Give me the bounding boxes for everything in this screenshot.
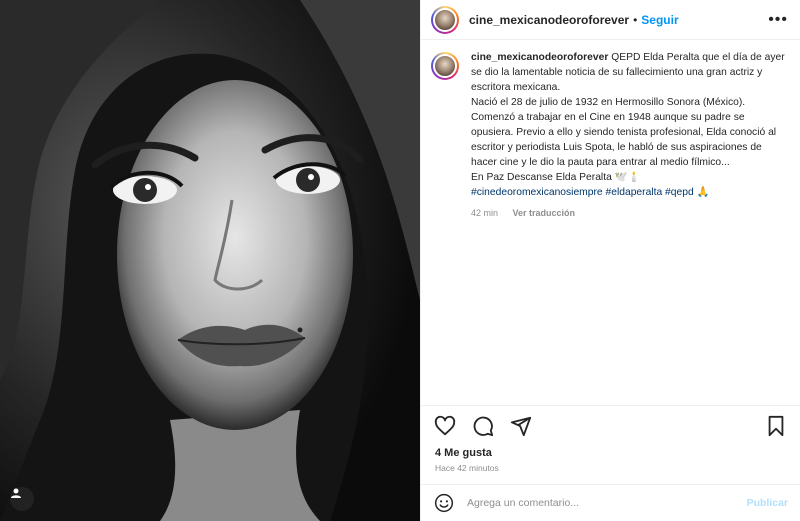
caption-age: 42 min	[471, 208, 499, 218]
caption-career: Comenzó a trabajar en el Cine en 1948 au…	[471, 112, 777, 168]
post-photo[interactable]	[0, 0, 420, 521]
post-header: cine_mexicanodeoroforever • Seguir •••	[421, 0, 800, 40]
post-username[interactable]: cine_mexicanodeoroforever	[469, 13, 629, 27]
user-tag-icon[interactable]	[10, 487, 34, 511]
comment-bar: Publicar	[421, 484, 800, 521]
comment-icon[interactable]	[471, 414, 495, 438]
caption-born: Nació el 28 de julio de 1932 en Hermosil…	[471, 97, 746, 108]
more-options-icon[interactable]: •••	[768, 11, 788, 29]
translate-link[interactable]: Ver traducción	[513, 208, 576, 218]
post-side-panel: cine_mexicanodeoroforever • Seguir ••• c…	[420, 0, 800, 521]
like-count[interactable]: 4 Me gusta	[435, 447, 492, 459]
publish-button[interactable]: Publicar	[747, 497, 788, 509]
separator-dot: •	[633, 12, 638, 27]
follow-button[interactable]: Seguir	[641, 13, 678, 27]
bookmark-icon[interactable]	[764, 414, 788, 438]
caption-hashtags[interactable]: #cinedeoromexicanosiempre #eldaperalta #…	[471, 187, 694, 198]
avatar[interactable]	[431, 5, 459, 34]
portrait-illustration	[0, 0, 420, 521]
caption-meta: 42 min Ver traducción	[471, 206, 786, 221]
share-icon[interactable]	[509, 414, 533, 438]
action-bar	[421, 405, 800, 445]
comment-input[interactable]	[467, 497, 747, 509]
caption-body: cine_mexicanodeoroforever QEPD Elda Pera…	[471, 50, 786, 221]
caption-avatar[interactable]	[431, 52, 459, 80]
caption-rip: En Paz Descanse Elda Peralta 🕊️🕯️	[471, 172, 641, 183]
emoji-icon[interactable]	[433, 492, 455, 514]
post-timestamp[interactable]: Hace 42 minutos	[435, 463, 499, 473]
heart-icon[interactable]	[433, 414, 457, 438]
caption-username[interactable]: cine_mexicanodeoroforever	[471, 52, 608, 63]
caption: cine_mexicanodeoroforever QEPD Elda Pera…	[431, 50, 786, 221]
caption-hashtag-emoji: 🙏	[696, 187, 710, 198]
